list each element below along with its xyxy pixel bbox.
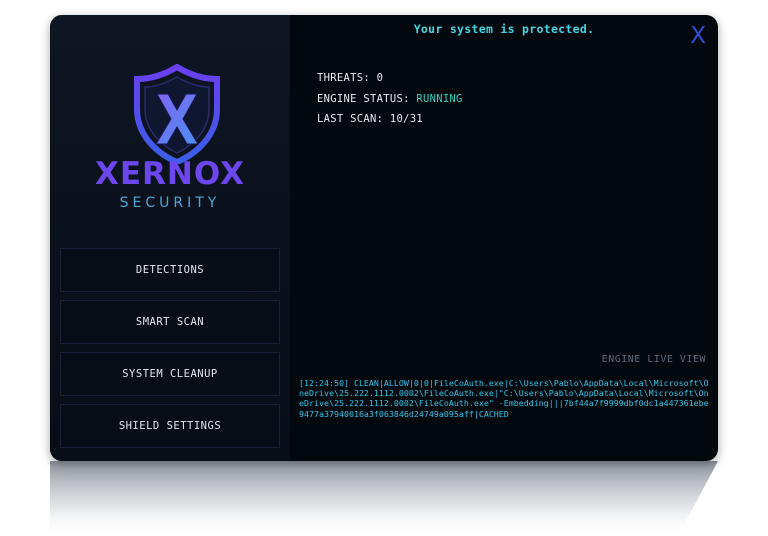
shield-logo-icon — [134, 64, 220, 164]
window-reflection — [50, 461, 718, 536]
last-scan-value: 10/31 — [389, 113, 423, 125]
protection-status-title: Your system is protected. — [413, 22, 595, 36]
brand-name: XERNOX — [94, 156, 246, 192]
threats-stat: THREATS: 0 — [317, 72, 383, 84]
engine-status-label: ENGINE STATUS: — [317, 93, 410, 105]
last-scan-stat: LAST SCAN: 10/31 — [317, 113, 423, 125]
main-panel: Your system is protected. X THREATS: 0 E… — [290, 15, 718, 461]
live-log-text: [12:24:50] CLEAN|ALLOW|0|0|FileCoAuth.ex… — [299, 378, 709, 419]
shield-settings-button[interactable]: SHIELD SETTINGS — [60, 404, 280, 448]
threats-value: 0 — [376, 72, 384, 84]
close-button[interactable]: X — [690, 22, 706, 50]
brand-tagline: SECURITY — [119, 195, 221, 211]
system-cleanup-button[interactable]: SYSTEM CLEANUP — [60, 352, 280, 396]
sidebar: XERNOX SECURITY DETECTIONS SMART SCAN SY… — [50, 15, 290, 461]
stage: XERNOX SECURITY DETECTIONS SMART SCAN SY… — [0, 0, 768, 536]
engine-status-stat: ENGINE STATUS: RUNNING — [317, 93, 463, 105]
last-scan-label: LAST SCAN: — [317, 113, 384, 125]
app-window: XERNOX SECURITY DETECTIONS SMART SCAN SY… — [50, 15, 718, 461]
detections-button[interactable]: DETECTIONS — [60, 248, 280, 292]
threats-label: THREATS: — [317, 72, 370, 84]
smart-scan-button[interactable]: SMART SCAN — [60, 300, 280, 344]
engine-live-view-title: ENGINE LIVE VIEW — [601, 354, 706, 365]
reflection-fade — [50, 461, 718, 536]
engine-status-value: RUNNING — [416, 93, 463, 105]
